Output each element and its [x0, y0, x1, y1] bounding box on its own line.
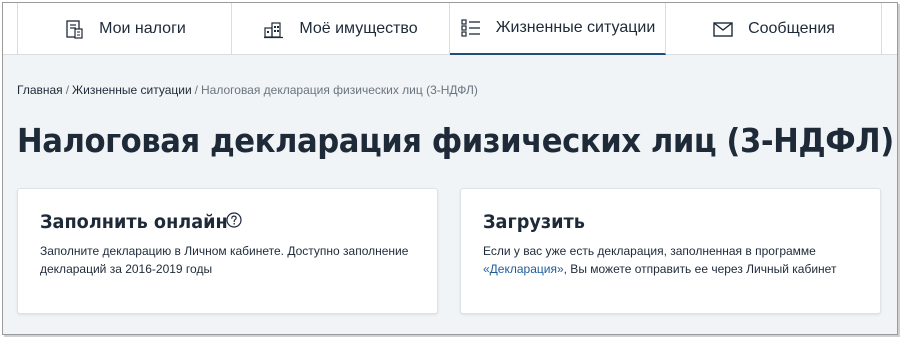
envelope-icon: [713, 21, 733, 37]
page-frame: Мои налоги Моё имущество Жизненные ситуа…: [2, 2, 898, 335]
top-navigation: Мои налоги Моё имущество Жизненные ситуа…: [3, 3, 897, 55]
nav-tab-my-taxes[interactable]: Мои налоги: [17, 3, 232, 54]
tax-document-icon: [66, 19, 83, 39]
breadcrumb-home-link[interactable]: Главная: [17, 83, 63, 97]
breadcrumb-section-link[interactable]: Жизненные ситуации: [72, 83, 192, 97]
card-title: Заполнить онлайн: [40, 211, 228, 233]
nav-tab-messages[interactable]: Сообщения: [666, 3, 882, 54]
nav-tab-label: Сообщения: [748, 19, 835, 37]
nav-tab-my-property[interactable]: Моё имущество: [232, 3, 450, 54]
card-title: Загрузить: [483, 211, 585, 233]
help-icon[interactable]: [226, 212, 242, 228]
nav-tab-label: Жизненные ситуации: [495, 19, 656, 36]
card-text-part: Если у вас уже есть декларация, заполнен…: [483, 244, 816, 258]
declaration-program-link[interactable]: «Декларация»: [483, 262, 564, 276]
fill-online-card[interactable]: Заполнить онлайн Заполните декларацию в …: [17, 188, 438, 314]
upload-card[interactable]: Загрузить Если у вас уже есть декларация…: [460, 188, 881, 314]
card-description: Если у вас уже есть декларация, заполнен…: [483, 242, 873, 278]
nav-tab-label: Моё имущество: [299, 19, 418, 37]
page-title: Налоговая декларация физических лиц (3-Н…: [17, 121, 894, 160]
breadcrumb-separator: /: [65, 83, 70, 97]
breadcrumb-current: Налоговая декларация физических лиц (3-Н…: [201, 83, 478, 97]
nav-tab-life-situations[interactable]: Жизненные ситуации: [450, 3, 666, 55]
breadcrumb-separator: /: [194, 83, 198, 97]
nav-tab-label: Мои налоги: [99, 19, 186, 37]
card-description: Заполните декларацию в Личном кабинете. …: [40, 244, 409, 276]
list-icon: [461, 19, 480, 37]
card-text-part: , Вы можете отправить ее через Личный ка…: [563, 262, 837, 276]
property-icon: [264, 21, 284, 38]
breadcrumb: Главная / Жизненные ситуации / Налоговая дек…: [17, 83, 478, 97]
